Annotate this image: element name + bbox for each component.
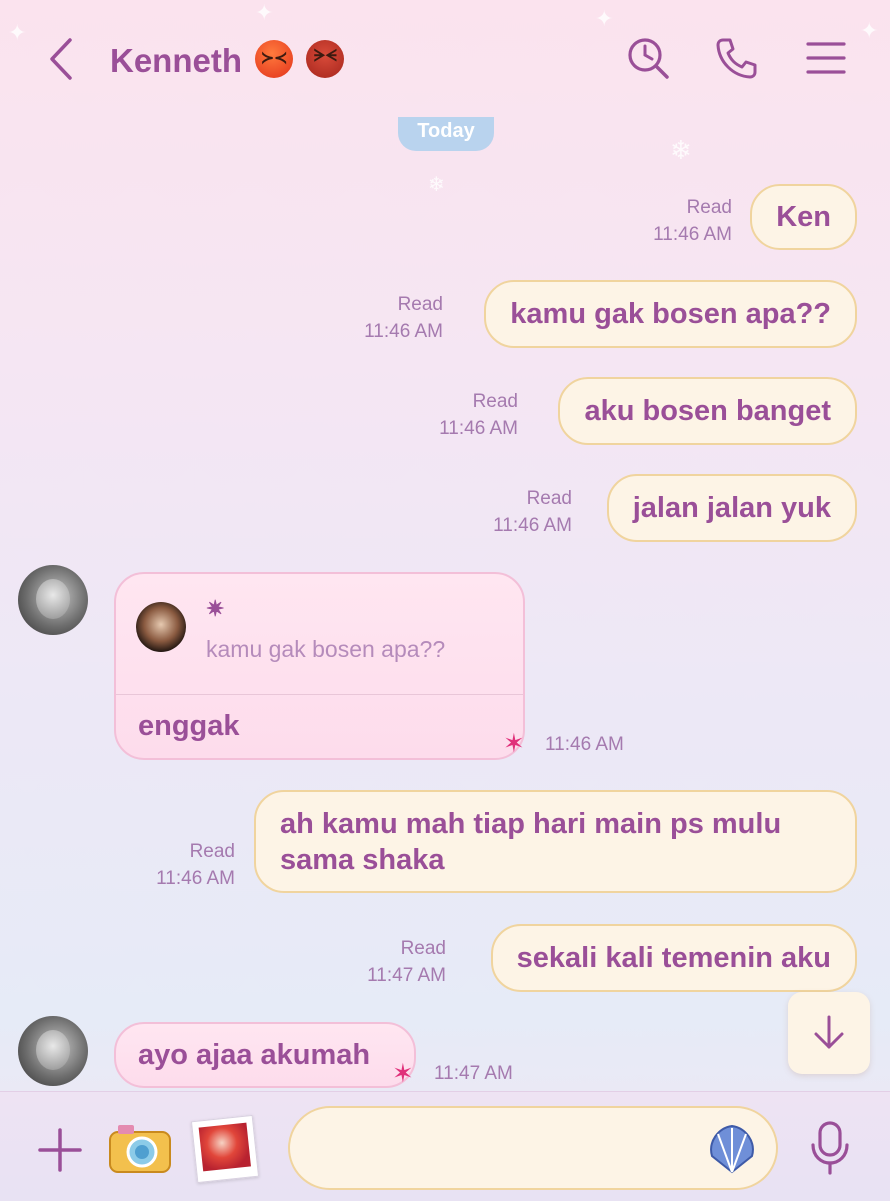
ogre-emoji: ᗒᗕ <box>306 40 345 78</box>
snowflake-decoration: ❄ <box>428 174 445 196</box>
shell-emoji-icon[interactable] <box>704 1120 760 1176</box>
contact-avatar[interactable] <box>18 565 88 635</box>
message-incoming[interactable]: ayo ajaa akumah <box>114 1022 416 1088</box>
starfish-icon: ✶ <box>503 728 525 758</box>
message-outgoing[interactable]: kamu gak bosen apa?? <box>484 280 857 348</box>
contact-avatar[interactable] <box>18 1016 88 1086</box>
message-meta: Read 11:47 AM <box>367 935 446 989</box>
message-bubble[interactable]: aku bosen banget <box>558 377 857 445</box>
gallery-icon[interactable] <box>190 1114 260 1184</box>
message-time: 11:46 AM <box>545 734 624 755</box>
reply-quoted-text: kamu gak bosen apa?? <box>206 636 446 662</box>
message-outgoing[interactable]: sekali kali temenin aku <box>490 924 857 992</box>
reply-quote[interactable]: ✷ kamu gak bosen apa?? <box>116 574 523 695</box>
contact-name: Kenneth <box>110 42 242 79</box>
search-clock-icon[interactable] <box>626 36 670 80</box>
starfish-icon: ✶ <box>392 1058 414 1088</box>
scroll-to-bottom-button[interactable] <box>788 992 870 1074</box>
message-input-field[interactable] <box>288 1106 778 1190</box>
reply-avatar <box>136 602 186 652</box>
message-outgoing[interactable]: ah kamu mah tiap hari main ps mulu sama … <box>254 790 857 893</box>
back-chevron-icon[interactable] <box>44 36 80 82</box>
message-outgoing[interactable]: Ken <box>750 184 857 250</box>
chat-title[interactable]: Kenneth ≻≺ ᗒᗕ <box>110 40 345 80</box>
read-status: Read <box>189 841 235 862</box>
message-time: 11:47 AM <box>367 965 446 986</box>
message-time: 11:46 AM <box>653 224 732 245</box>
message-input[interactable] <box>314 1126 698 1172</box>
message-time: 11:46 AM <box>156 868 235 889</box>
plus-icon[interactable] <box>36 1126 84 1174</box>
read-status: Read <box>472 391 518 412</box>
message-text: ayo ajaa akumah <box>138 1038 371 1071</box>
message-time: 11:46 AM <box>439 418 518 439</box>
message-meta: Read 11:46 AM <box>493 485 572 539</box>
message-bubble[interactable]: Ken <box>750 184 857 250</box>
message-text: enggak <box>138 710 240 742</box>
message-time: 11:46 AM <box>364 321 443 342</box>
camera-icon[interactable] <box>108 1122 172 1174</box>
menu-icon[interactable] <box>804 36 848 80</box>
read-status: Read <box>397 294 443 315</box>
message-outgoing[interactable]: aku bosen banget <box>558 377 857 445</box>
message-bubble[interactable]: sekali kali temenin aku <box>490 924 857 992</box>
read-status: Read <box>526 488 572 509</box>
message-time: 11:46 AM <box>493 515 572 536</box>
message-bubble[interactable]: ah kamu mah tiap hari main ps mulu sama … <box>254 790 857 893</box>
read-status: Read <box>686 197 732 218</box>
message-meta: Read 11:46 AM <box>156 838 235 892</box>
message-meta: Read 11:46 AM <box>439 388 518 442</box>
message-meta: Read 11:46 AM <box>364 291 443 345</box>
phone-icon[interactable] <box>714 36 758 80</box>
message-outgoing[interactable]: jalan jalan yuk <box>606 474 857 542</box>
message-bubble[interactable]: kamu gak bosen apa?? <box>484 280 857 348</box>
read-status: Read <box>400 938 446 959</box>
date-separator: Today <box>398 117 494 151</box>
message-meta: Read 11:46 AM <box>653 194 732 248</box>
message-bubble[interactable]: jalan jalan yuk <box>606 474 857 542</box>
angry-face-emoji: ≻≺ <box>255 40 294 78</box>
message-incoming[interactable]: ✷ kamu gak bosen apa?? enggak <box>114 572 525 760</box>
microphone-icon[interactable] <box>808 1120 852 1176</box>
chat-header: Kenneth ≻≺ ᗒᗕ <box>0 0 890 115</box>
reply-sender: ✷ <box>206 596 225 621</box>
snowflake-decoration: ❄ <box>670 135 692 165</box>
arrow-down-icon <box>814 1015 844 1049</box>
message-time: 11:47 AM <box>434 1063 513 1084</box>
